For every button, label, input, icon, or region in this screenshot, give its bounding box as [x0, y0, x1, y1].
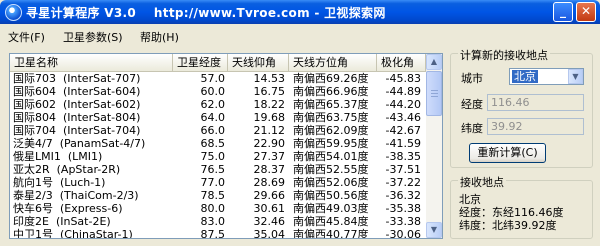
table-row[interactable]: 中卫1号 (ChinaStar-1) 87.5 35.04 南偏西40.77度 -30.… — [10, 227, 426, 239]
menu-satellite-params[interactable]: 卫星参数(S) — [63, 29, 123, 45]
recalculate-button[interactable]: 重新计算(C) — [469, 143, 546, 163]
title-bar[interactable]: 寻星计算程序 V3.0 http://www.Tvroe.com - 卫视探索网… — [0, 0, 600, 24]
receiving-location-group-title: 接收地点 — [458, 174, 506, 190]
column-header-azimuth[interactable]: 天线方位角 — [289, 54, 377, 71]
longitude-label: 经度 — [461, 98, 483, 111]
minimize-button[interactable]: _ — [553, 2, 573, 22]
new-location-group-title: 计算新的接收地点 — [458, 47, 550, 63]
close-button[interactable]: ✕ — [576, 2, 596, 22]
scroll-down-arrow-icon[interactable]: ▼ — [426, 222, 442, 238]
column-header-elevation[interactable]: 天线仰角 — [228, 54, 289, 71]
satellite-app-icon — [5, 4, 22, 21]
menu-help[interactable]: 帮助(H) — [140, 29, 179, 45]
chevron-down-icon[interactable]: ▼ — [568, 69, 583, 84]
latitude-label: 纬度 — [461, 122, 483, 135]
longitude-field[interactable]: 116.46 — [487, 94, 584, 111]
menu-file[interactable]: 文件(F) — [8, 29, 45, 45]
scroll-up-arrow-icon[interactable]: ▲ — [426, 54, 442, 70]
polarization-cell: -30.06 — [385, 228, 421, 239]
satellite-name-cell: 中卫1号 (ChinaStar-1) — [13, 228, 133, 239]
column-header-name[interactable]: 卫星名称 — [10, 54, 173, 71]
column-header-polarization[interactable]: 极化角 — [377, 54, 426, 71]
menu-bar: 文件(F) 卫星参数(S) 帮助(H) — [0, 25, 600, 44]
window-title: 寻星计算程序 V3.0 http://www.Tvroe.com - 卫视探索网 — [26, 6, 386, 20]
receiving-location-group: 接收地点 北京 经度：东经116.46度 纬度：北纬39.92度 — [450, 174, 593, 239]
azimuth-cell: 南偏西40.77度 — [293, 228, 369, 239]
list-header: 卫星名称 卫星经度 天线仰角 天线方位角 极化角 — [10, 54, 426, 72]
elevation-cell: 35.04 — [253, 228, 286, 239]
list-scrollbar[interactable]: ▲ ▼ — [426, 54, 442, 238]
city-select-value: 北京 — [512, 70, 538, 83]
longitude-cell: 87.5 — [200, 228, 226, 239]
satellite-list[interactable]: 卫星名称 卫星经度 天线仰角 天线方位角 极化角 国际703 (InterSat… — [9, 53, 443, 239]
latitude-field[interactable]: 39.92 — [487, 118, 584, 135]
scroll-thumb[interactable] — [426, 71, 442, 116]
location-latitude: 纬度：北纬39.92度 — [459, 219, 557, 232]
city-select[interactable]: 北京 ▼ — [509, 68, 584, 85]
column-header-longitude[interactable]: 卫星经度 — [173, 54, 228, 71]
city-label: 城市 — [461, 72, 483, 85]
new-location-group: 计算新的接收地点 城市 北京 ▼ 经度 116.46 纬度 39.92 重新计算… — [450, 47, 593, 168]
